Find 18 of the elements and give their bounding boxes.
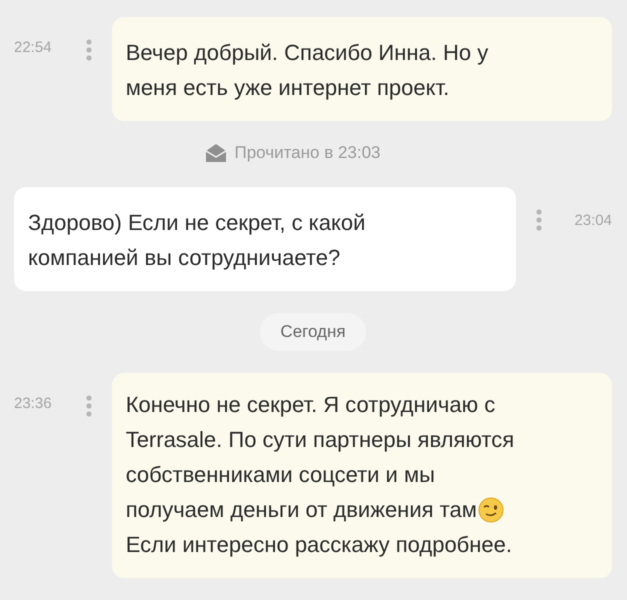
date-label: Сегодня [260,313,366,351]
message-text: Если интересно расскажу подробнее. [126,531,512,559]
more-icon[interactable] [536,209,542,231]
message-text: компанией вы сотрудничаете? [28,244,340,272]
more-icon[interactable] [86,395,92,417]
message-time: 23:04 [573,212,612,229]
read-status: Прочитано в 23:03 [234,143,381,163]
message-time: 23:36 [14,395,53,412]
message-text: Terrasale. По сути партнеры являются [126,426,514,454]
more-icon[interactable] [86,39,92,61]
open-envelope-icon [205,143,228,163]
message-text: меня есть уже интернет проект. [126,74,450,102]
message-time: 22:54 [14,39,53,56]
message-text: получаем деньги от движения там [126,496,477,524]
message-text: собственниками соцсети и мы [126,461,435,489]
message-text: Вечер добрый. Спасибо Инна. Но у [126,39,488,67]
message-text: Конечно не секрет. Я сотрудничаю с [126,391,496,419]
message-text: Здорово) Если не секрет, с какой [28,209,366,237]
